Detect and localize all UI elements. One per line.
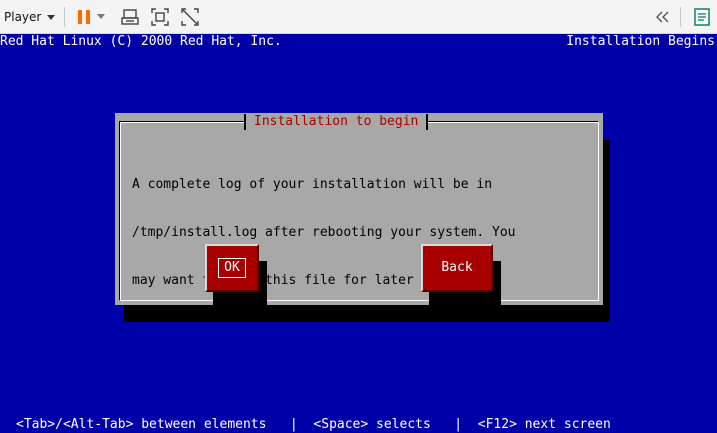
- dialog-title: Installation to begin: [244, 114, 429, 130]
- ok-button[interactable]: OK: [205, 244, 259, 292]
- dialog-message-line: A complete log of your installation will…: [132, 177, 493, 192]
- notes-icon[interactable]: [692, 7, 712, 27]
- player-toolbar: Player: [0, 0, 717, 34]
- guest-console[interactable]: Red Hat Linux (C) 2000 Red Hat, Inc. Ins…: [0, 34, 717, 433]
- installer-header-left: Red Hat Linux (C) 2000 Red Hat, Inc.: [0, 34, 282, 49]
- dialog-message-line: /tmp/install.log after rebooting your sy…: [132, 225, 516, 240]
- installation-dialog: Installation to begin A complete log of …: [115, 113, 603, 307]
- exit-fullscreen-icon[interactable]: [180, 7, 200, 27]
- installer-header-right: Installation Begins: [566, 34, 715, 49]
- installer-help-line: <Tab>/<Alt-Tab> between elements | <Spac…: [16, 417, 611, 432]
- chevron-down-icon: [47, 14, 56, 20]
- player-menu-label: Player: [4, 10, 42, 24]
- ok-button-label: OK: [218, 258, 246, 278]
- player-menu[interactable]: Player: [4, 8, 56, 26]
- dropdown-caret-icon[interactable]: [94, 7, 108, 27]
- pause-icon[interactable]: [74, 7, 94, 27]
- toolbar-divider: [64, 7, 65, 27]
- send-ctrl-alt-del-icon[interactable]: [120, 7, 140, 27]
- fit-guest-icon[interactable]: [150, 7, 170, 27]
- back-button-label: Back: [441, 260, 473, 275]
- toolbar-divider: [680, 7, 681, 27]
- collapse-toolbar-icon[interactable]: [652, 7, 672, 27]
- back-button[interactable]: Back: [421, 244, 493, 292]
